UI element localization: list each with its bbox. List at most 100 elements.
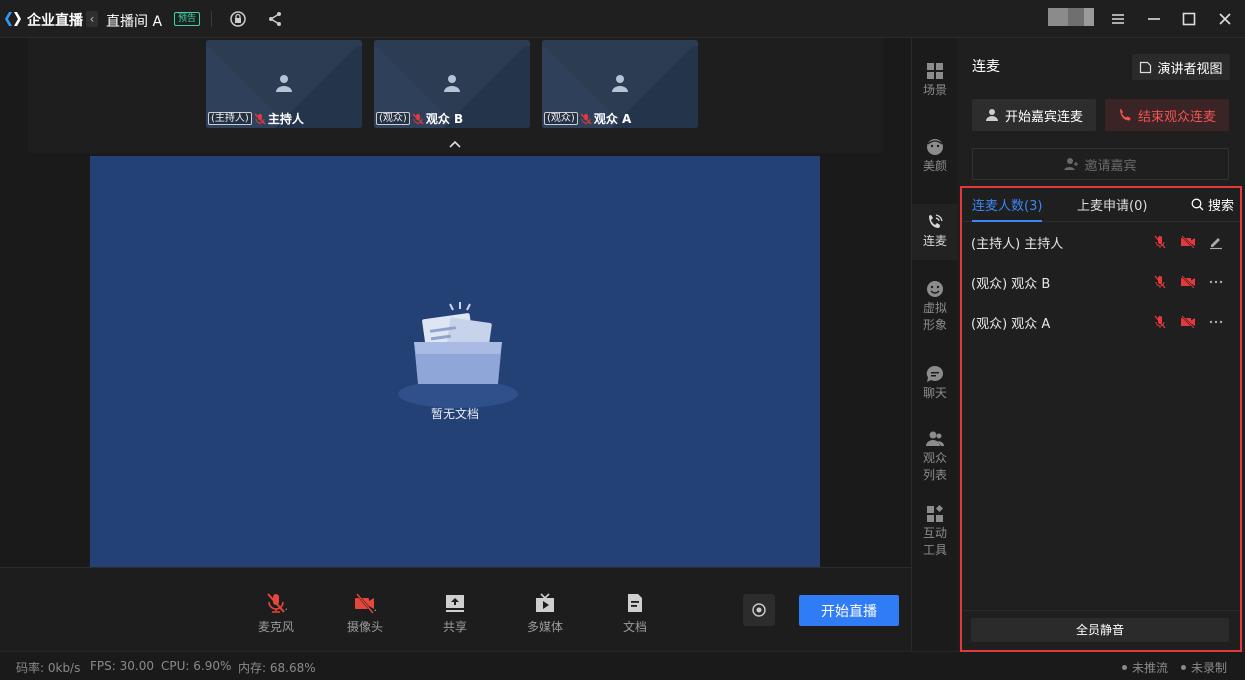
participant-name: 主持人 (267, 112, 304, 126)
list-item: (观众) 观众 B (962, 262, 1240, 302)
end-audience-co-host-button[interactable]: 结束观众连麦 (1105, 99, 1229, 131)
member-name: (主持人) 主持人 (971, 237, 1064, 252)
presenter-view-icon (1140, 61, 1152, 73)
close-icon[interactable] (1216, 10, 1234, 28)
role-tag: (观众) (544, 112, 578, 125)
mic-off-icon[interactable] (1152, 314, 1168, 330)
back-button[interactable]: ‹ (86, 11, 98, 27)
document-label: 文档 (622, 620, 647, 634)
record-button[interactable] (743, 594, 775, 626)
fps-stat: FPS: 30.00 (90, 659, 154, 673)
mic-off-icon[interactable] (1152, 234, 1168, 250)
nav-chat[interactable]: 聊天 (912, 365, 958, 402)
cpu-stat: CPU: 6.90% (161, 659, 232, 673)
nav-audience-label: 观众 (922, 451, 947, 465)
more-icon[interactable] (1208, 314, 1224, 330)
microphone-button[interactable]: 麦克风 (246, 592, 306, 635)
mic-off-icon (254, 113, 266, 124)
empty-folder-icon (398, 302, 518, 408)
more-icon[interactable] (1208, 274, 1224, 290)
co-host-icon (929, 214, 943, 228)
mic-off-icon (412, 113, 424, 124)
start-guest-co-host-button[interactable]: 开始嘉宾连麦 (972, 99, 1096, 131)
bottom-toolbar: 麦克风 摄像头 共享 多媒体 文档 开始直播 (0, 567, 911, 651)
presenter-view-button[interactable]: 演讲者视图 (1132, 54, 1230, 80)
share-icon[interactable] (266, 10, 284, 28)
beauty-icon (927, 139, 943, 155)
document-button[interactable]: 文档 (605, 592, 665, 635)
document-icon (628, 594, 642, 612)
participant-name: 观众 A (593, 112, 632, 126)
mute-all-button[interactable]: 全员静音 (971, 618, 1229, 642)
maximize-icon[interactable] (1180, 10, 1198, 28)
nav-scene[interactable]: 场景 (912, 62, 958, 99)
title-bar: 企业直播 ‹ 直播间 A 预告 (0, 0, 1245, 38)
multimedia-button[interactable]: 多媒体 (515, 592, 575, 635)
co-host-list-box: 连麦人数(3) 上麦申请(0) 搜索 (主持人) 主持人 (观众) 观众 B (… (960, 186, 1242, 652)
invite-guest-button[interactable]: 邀请嘉宾 (972, 148, 1229, 180)
user-avatar[interactable] (1048, 8, 1094, 26)
person-icon (612, 75, 628, 92)
tab-requests[interactable]: 上麦申请(0) (1077, 195, 1147, 220)
record-status-text: 未录制 (1191, 661, 1228, 675)
role-tag: (观众) (376, 112, 410, 125)
avatar-icon (927, 281, 943, 297)
camera-off-icon[interactable] (1180, 314, 1196, 330)
nav-co-host-label: 连麦 (922, 234, 947, 248)
thumbnail-audience-b[interactable]: (观众) 观众 B (374, 40, 530, 128)
nav-beauty[interactable]: 美颜 (912, 138, 958, 175)
camera-off-icon[interactable] (1180, 234, 1196, 250)
menu-icon[interactable] (1109, 10, 1127, 28)
mic-off-icon[interactable] (1152, 274, 1168, 290)
camera-off-icon (355, 593, 376, 614)
tab-co-host-count[interactable]: 连麦人数(3) (972, 195, 1043, 222)
bitrate-stat: 码率: 0kb/s (16, 661, 81, 675)
list-item: (观众) 观众 A (962, 302, 1240, 342)
chevron-up-icon[interactable] (448, 137, 462, 151)
app-logo-icon (5, 12, 21, 26)
search-icon (1191, 198, 1204, 211)
preview-badge: 预告 (174, 12, 201, 26)
person-icon (444, 75, 460, 92)
edit-icon[interactable] (1208, 234, 1224, 250)
chat-icon (926, 365, 943, 382)
lock-icon[interactable] (229, 10, 247, 28)
minimize-icon[interactable] (1145, 10, 1163, 28)
end-audience-label: 结束观众连麦 (1137, 109, 1216, 125)
camera-off-icon[interactable] (1180, 274, 1196, 290)
search-button[interactable]: 搜索 (1191, 195, 1234, 214)
scene-icon (927, 63, 943, 79)
thumbnail-audience-a[interactable]: (观众) 观众 A (542, 40, 698, 128)
push-status-text: 未推流 (1132, 661, 1169, 675)
nav-avatar[interactable]: 虚拟 形象 (912, 280, 958, 334)
video-thumbnail-strip: (主持人) 主持人 (观众) 观众 B (观众) 观众 A (28, 38, 883, 153)
phone-icon (1119, 109, 1131, 121)
record-icon (752, 603, 766, 617)
mic-off-icon (267, 593, 287, 613)
camera-button[interactable]: 摄像头 (335, 592, 395, 635)
document-stage: 暂无文档 (90, 156, 820, 567)
push-status-dot (1122, 665, 1127, 670)
start-live-button[interactable]: 开始直播 (799, 595, 899, 626)
nav-chat-label: 聊天 (922, 386, 947, 400)
room-name: 直播间 A (106, 14, 163, 30)
list-footer-divider (962, 610, 1240, 611)
interactive-tools-icon (927, 505, 944, 522)
role-tag: (主持人) (208, 112, 252, 125)
nav-audience-list[interactable]: 观众 列表 (912, 430, 958, 484)
guest-icon (985, 109, 998, 121)
nav-avatar-label-2: 形象 (922, 318, 947, 332)
search-label: 搜索 (1207, 199, 1234, 214)
share-screen-icon (446, 595, 464, 612)
record-status: 未录制 (1181, 659, 1227, 676)
nav-co-host[interactable]: 连麦 (912, 204, 958, 260)
title-separator (211, 11, 212, 27)
thumbnail-host[interactable]: (主持人) 主持人 (206, 40, 362, 128)
list-item: (主持人) 主持人 (962, 222, 1240, 262)
nav-interactive-tools[interactable]: 互动 工具 (912, 505, 958, 559)
share-screen-button[interactable]: 共享 (425, 592, 485, 635)
multimedia-label: 多媒体 (526, 620, 563, 634)
participant-name: 观众 B (425, 112, 464, 126)
invite-icon (1064, 158, 1079, 170)
panel-title: 连麦 (972, 59, 1000, 75)
